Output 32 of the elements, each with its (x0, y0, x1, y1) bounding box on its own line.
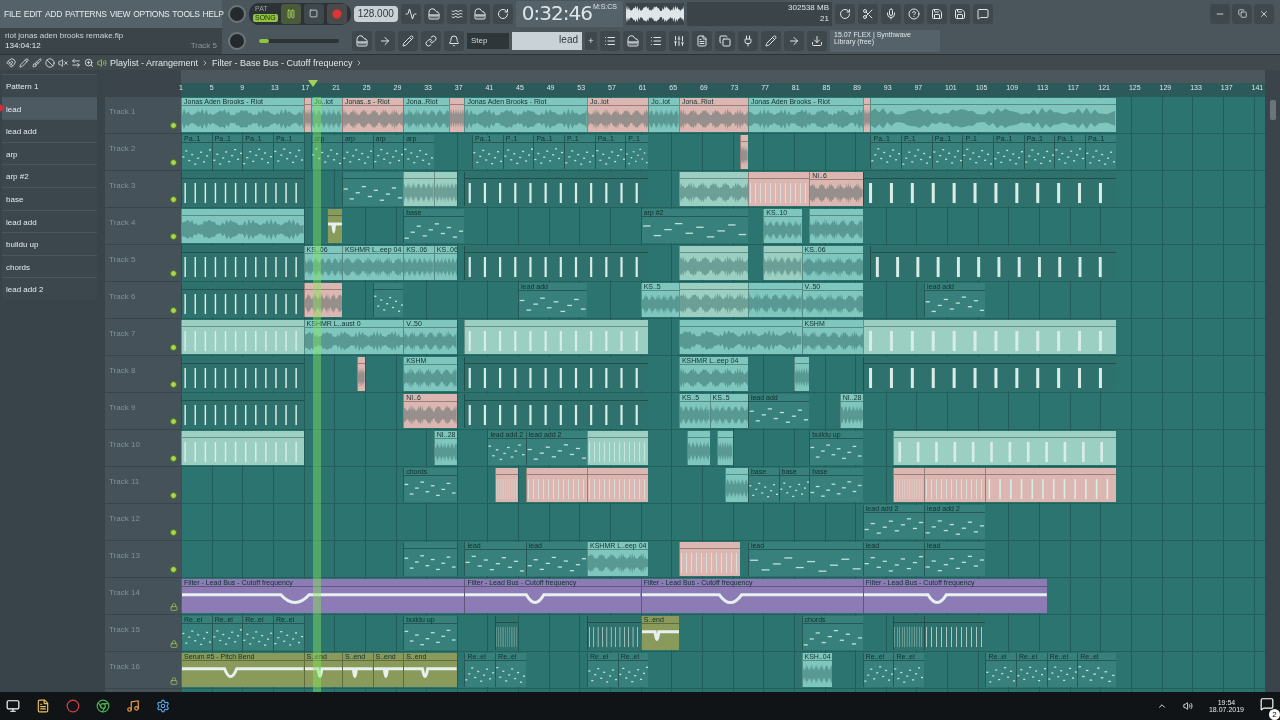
project-file-name: riot jonas aden brooks remake.flp (5, 31, 125, 40)
pattern-item[interactable]: lead add (2, 119, 97, 142)
pattern-item[interactable]: arp #2 (2, 164, 97, 187)
pattern-item[interactable]: Pattern 1 (2, 74, 97, 97)
memory-reading: 2538 MB (797, 2, 829, 14)
window-title: Playlist - Arrangement (110, 57, 199, 68)
menu-item[interactable]: HELP (202, 9, 224, 19)
snap-dropdown[interactable]: Step (467, 32, 509, 49)
menu-item[interactable]: PATTERNS (65, 9, 107, 19)
menu-item[interactable]: VIEW (109, 9, 131, 19)
pattern-item[interactable]: chords (2, 254, 97, 278)
hint-target: Track 5 (190, 41, 217, 50)
pattern-selector[interactable]: lead (512, 31, 582, 50)
target-breadcrumb[interactable]: Filter - Base Bus - Cutoff frequency (212, 57, 353, 68)
cpu-reading: 30 (787, 2, 797, 14)
add-pattern-button[interactable]: + (585, 31, 597, 50)
pattern-item[interactable]: lead add (2, 209, 97, 233)
pattern-item[interactable]: lead add 2 (2, 277, 97, 300)
pattern-item[interactable]: base (2, 186, 97, 210)
pattern-item[interactable]: lead (2, 96, 97, 120)
menu-item[interactable]: ADD (44, 9, 62, 19)
pattern-item[interactable]: arp (2, 141, 97, 165)
song-position: 134:04:12 (5, 41, 42, 50)
polyphony-reading: 21 (819, 13, 829, 25)
pattern-item[interactable]: buildu up (2, 232, 97, 255)
menu-item[interactable]: FILE (4, 9, 21, 19)
clock-time: 0:32:46 (521, 0, 592, 25)
menu-item[interactable]: TOOLS (172, 9, 200, 19)
menu-item[interactable]: EDIT (23, 9, 42, 19)
notification-count: 2 (1269, 709, 1280, 720)
tempo-field[interactable]: 128.000 (353, 5, 398, 22)
menu-item[interactable]: OPTIONS (133, 9, 170, 19)
